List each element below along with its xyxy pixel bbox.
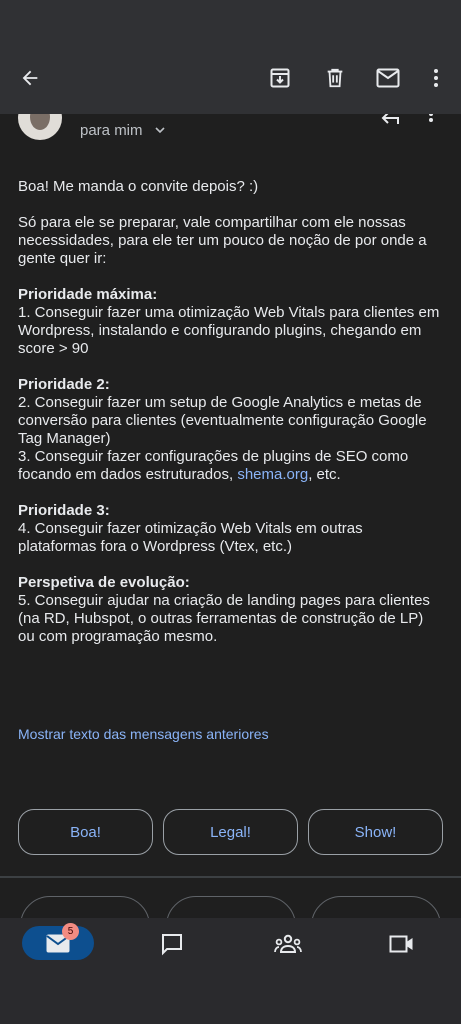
priority1-title: Prioridade máxima: — [18, 286, 158, 303]
recipient-label[interactable]: para mim — [80, 122, 143, 139]
arrow-left-icon — [22, 70, 38, 86]
smart-reply-legal[interactable]: Legal! — [163, 809, 298, 855]
priority1-item: 1. Conseguir fazer uma otimização Web Vi… — [18, 304, 440, 357]
archive-button[interactable] — [262, 60, 298, 96]
intro-text: Só para ele se preparar, vale compartilh… — [18, 214, 427, 267]
show-quoted-text-link[interactable]: Mostrar texto das mensagens anteriores — [18, 726, 269, 742]
mail-icon — [376, 68, 400, 88]
message-body: Boa! Me manda o convite depois? :) Só pa… — [18, 178, 443, 646]
sender-row: para mim — [0, 114, 461, 154]
bottom-navigation: 5 — [0, 918, 461, 1024]
message-view: para mim Boa! Me manda o convite depois?… — [0, 114, 461, 878]
meet-icon — [389, 935, 413, 953]
top-app-bar — [0, 0, 461, 114]
spaces-icon — [274, 934, 302, 953]
nav-meet[interactable] — [378, 924, 426, 964]
avatar[interactable] — [18, 114, 62, 140]
delete-button[interactable] — [317, 60, 353, 96]
more-options-button[interactable] — [418, 60, 454, 96]
message-more-icon[interactable] — [428, 114, 434, 128]
priority2-title: Prioridade 2: — [18, 376, 110, 393]
smart-reply-show[interactable]: Show! — [308, 809, 443, 855]
smart-reply-chips: Boa! Legal! Show! — [18, 809, 443, 855]
back-button[interactable] — [12, 60, 48, 96]
nav-chat[interactable] — [148, 924, 196, 964]
priority3-item: 4. Conseguir fazer otimização Web Vitals… — [18, 520, 363, 555]
shema-link[interactable]: shema.org — [237, 466, 308, 483]
priority2-item2-tail: , etc. — [308, 466, 341, 483]
avatar-face — [30, 114, 50, 130]
unread-count-badge: 5 — [62, 923, 79, 940]
reply-action-button[interactable] — [20, 896, 150, 918]
archive-icon — [270, 68, 290, 88]
forward-action-button[interactable] — [311, 896, 441, 918]
mark-unread-button[interactable] — [370, 60, 406, 96]
chevron-down-icon[interactable] — [154, 124, 166, 136]
nav-spaces[interactable] — [264, 924, 312, 964]
greeting-text: Boa! Me manda o convite depois? :) — [18, 178, 259, 195]
evolution-title: Perspetiva de evolução: — [18, 574, 190, 591]
trash-icon — [327, 68, 343, 88]
nav-mail[interactable]: 5 — [22, 923, 94, 960]
priority3-title: Prioridade 3: — [18, 502, 110, 519]
priority2-item1: 2. Conseguir fazer um setup de Google An… — [18, 394, 427, 447]
priority2-item2: 3. Conseguir fazer configurações de plug… — [18, 448, 443, 484]
chat-icon — [162, 934, 182, 956]
reply-all-action-button[interactable] — [166, 896, 296, 918]
priority2-item2-text: 3. Conseguir fazer configurações de plug… — [18, 448, 409, 483]
more-vertical-icon — [434, 69, 438, 87]
evolution-item: 5. Conseguir ajudar na criação de landin… — [18, 592, 430, 645]
reply-icon[interactable] — [378, 114, 402, 128]
action-buttons-partial — [0, 878, 461, 918]
smart-reply-boa[interactable]: Boa! — [18, 809, 153, 855]
